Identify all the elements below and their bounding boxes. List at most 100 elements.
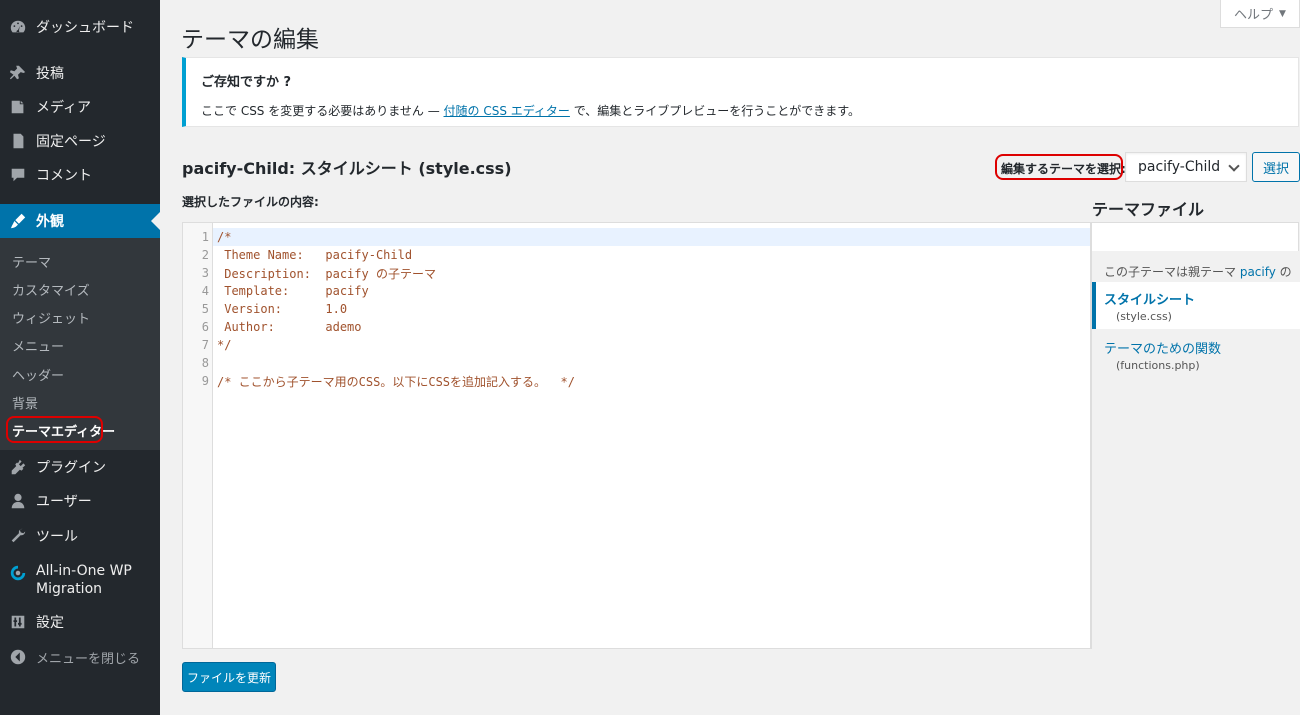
active-line-highlight bbox=[213, 228, 1090, 246]
info-notice: ご存知ですか ? ここで CSS を変更する必要はありません — 付随の CSS… bbox=[182, 57, 1299, 127]
code-text: /* ここから子テーマ用のCSS。以下にCSSを追加記入する。 */ bbox=[217, 374, 575, 389]
page-title: テーマの編集 bbox=[181, 27, 319, 53]
code-text: Version: 1.0 bbox=[217, 302, 348, 316]
wrench-icon bbox=[0, 527, 36, 545]
code-line: 8 bbox=[183, 354, 209, 372]
update-file-button[interactable]: ファイルを更新 bbox=[182, 662, 276, 692]
admin-sidebar: ダッシュボード 投稿 メディア 固定ページ コメント 外観 テーマ カスタマイズ… bbox=[0, 0, 160, 715]
code-line: 9 /* ここから子テーマ用のCSS。以下にCSSを追加記入する。 */ bbox=[183, 372, 575, 390]
dashboard-icon bbox=[0, 18, 36, 36]
submenu-header[interactable]: ヘッダー bbox=[12, 365, 64, 384]
menu-migration-line1: All-in-One WP bbox=[36, 563, 132, 579]
notice-text-before: ここで CSS を変更する必要はありません — bbox=[201, 104, 444, 118]
menu-pages[interactable]: 固定ページ bbox=[0, 124, 160, 158]
theme-select-label-highlight bbox=[995, 154, 1123, 180]
submenu-widgets[interactable]: ウィジェット bbox=[12, 308, 90, 327]
menu-migration-line2: Migration bbox=[36, 581, 103, 597]
code-editor[interactable]: 1 /* 2 Theme Name: pacify-Child 3 Descrip… bbox=[182, 222, 1091, 649]
line-number: 8 bbox=[201, 356, 209, 370]
menu-comments-label: コメント bbox=[36, 168, 92, 184]
line-number: 2 bbox=[201, 248, 209, 262]
menu-posts-label: 投稿 bbox=[36, 66, 64, 82]
line-number: 3 bbox=[201, 266, 209, 280]
code-line: 3 Description: pacify の子テーマ bbox=[183, 264, 436, 282]
menu-tools-label: ツール bbox=[36, 529, 78, 545]
page-icon bbox=[0, 132, 36, 150]
file-title: pacify-Child: スタイルシート (style.css) bbox=[182, 159, 512, 178]
menu-plugins-label: プラグイン bbox=[36, 460, 106, 476]
file-item-name: スタイルシート bbox=[1104, 293, 1196, 308]
notice-title: ご存知ですか ? bbox=[201, 75, 292, 90]
menu-collapse-label: メニューを閉じる bbox=[36, 651, 141, 667]
theme-select-value: pacify-Child bbox=[1138, 159, 1221, 175]
line-number: 7 bbox=[201, 338, 209, 352]
comment-icon bbox=[0, 166, 36, 184]
code-line: 5 Version: 1.0 bbox=[183, 300, 347, 318]
notice-body: ここで CSS を変更する必要はありません — 付随の CSS エディター で、… bbox=[201, 102, 860, 119]
brush-icon bbox=[0, 212, 36, 230]
menu-comments[interactable]: コメント bbox=[0, 158, 160, 192]
menu-collapse[interactable]: メニューを閉じる bbox=[0, 640, 160, 674]
menu-tools[interactable]: ツール bbox=[0, 519, 160, 553]
theme-select[interactable]: pacify-Child bbox=[1125, 152, 1247, 182]
menu-migration-text: All-in-One WP Migration bbox=[36, 562, 132, 598]
theme-files-panel: この子テーマは親テーマ pacify のテンプレートを引き継ぎます。 スタイルシ… bbox=[1091, 222, 1300, 650]
submenu-menus[interactable]: メニュー bbox=[12, 336, 64, 355]
menu-pages-label: 固定ページ bbox=[36, 134, 106, 150]
line-number: 9 bbox=[201, 374, 209, 388]
code-text: /* bbox=[217, 230, 232, 244]
code-text: Template: pacify bbox=[217, 284, 369, 298]
migration-icon bbox=[0, 562, 36, 582]
code-text: Theme Name: pacify-Child bbox=[217, 248, 413, 262]
custom-css-editor-link[interactable]: 付随の CSS エディター bbox=[444, 104, 570, 118]
plug-icon bbox=[0, 458, 36, 476]
code-line: 6 Author: ademo bbox=[183, 318, 362, 336]
menu-dashboard-label: ダッシュボード bbox=[36, 20, 134, 36]
code-line: 2 Theme Name: pacify-Child bbox=[183, 246, 412, 264]
menu-users-label: ユーザー bbox=[36, 494, 92, 510]
menu-dashboard[interactable]: ダッシュボード bbox=[0, 10, 160, 44]
pin-icon bbox=[0, 64, 36, 82]
menu-settings[interactable]: 設定 bbox=[0, 605, 160, 639]
file-item-name: テーマのための関数 bbox=[1104, 342, 1222, 357]
code-line: 7 */ bbox=[183, 336, 232, 354]
file-item-path: (functions.php) bbox=[1116, 359, 1200, 372]
theme-editor-highlight bbox=[6, 416, 103, 443]
parent-theme-link[interactable]: pacify bbox=[1240, 265, 1276, 279]
media-icon bbox=[0, 98, 36, 116]
line-number: 6 bbox=[201, 320, 209, 334]
user-icon bbox=[0, 492, 36, 510]
help-label: ヘルプ bbox=[1234, 8, 1274, 23]
file-content-label: 選択したファイルの内容: bbox=[182, 195, 319, 209]
file-item-functions-php[interactable]: テーマのための関数 (functions.php) bbox=[1092, 331, 1300, 378]
code-text: Description: pacify の子テーマ bbox=[217, 266, 436, 281]
child-note-before: この子テーマは親テーマ bbox=[1104, 265, 1240, 279]
menu-users[interactable]: ユーザー bbox=[0, 484, 160, 518]
file-item-path: (style.css) bbox=[1116, 310, 1172, 323]
menu-appearance[interactable]: 外観 bbox=[0, 204, 160, 238]
code-line: 4 Template: pacify bbox=[183, 282, 369, 300]
line-number: 4 bbox=[201, 284, 209, 298]
submenu-background[interactable]: 背景 bbox=[12, 393, 38, 412]
notice-text-after: で、編集とライブプレビューを行うことができます。 bbox=[569, 104, 861, 118]
menu-posts[interactable]: 投稿 bbox=[0, 56, 160, 90]
menu-media-label: メディア bbox=[36, 100, 92, 116]
theme-files-list: この子テーマは親テーマ pacify のテンプレートを引き継ぎます。 スタイルシ… bbox=[1092, 251, 1300, 650]
menu-migration[interactable]: All-in-One WP Migration bbox=[0, 562, 160, 600]
theme-files-title: テーマファイル bbox=[1092, 200, 1205, 219]
submenu-customize[interactable]: カスタマイズ bbox=[12, 280, 90, 299]
help-tab[interactable]: ヘルプ ▼ bbox=[1220, 0, 1300, 28]
file-item-style-css[interactable]: スタイルシート (style.css) bbox=[1092, 282, 1300, 329]
select-theme-button[interactable]: 選択 bbox=[1252, 152, 1300, 182]
menu-plugins[interactable]: プラグイン bbox=[0, 450, 160, 484]
code-text: Author: ademo bbox=[217, 320, 362, 334]
collapse-arrow-icon bbox=[0, 648, 36, 666]
settings-sliders-icon bbox=[0, 613, 36, 631]
line-number: 5 bbox=[201, 302, 209, 316]
menu-media[interactable]: メディア bbox=[0, 90, 160, 124]
submenu-themes[interactable]: テーマ bbox=[12, 252, 51, 271]
code-text: */ bbox=[217, 338, 232, 352]
menu-appearance-label: 外観 bbox=[36, 214, 64, 230]
chevron-down-icon bbox=[1228, 160, 1240, 172]
menu-settings-label: 設定 bbox=[36, 615, 64, 631]
